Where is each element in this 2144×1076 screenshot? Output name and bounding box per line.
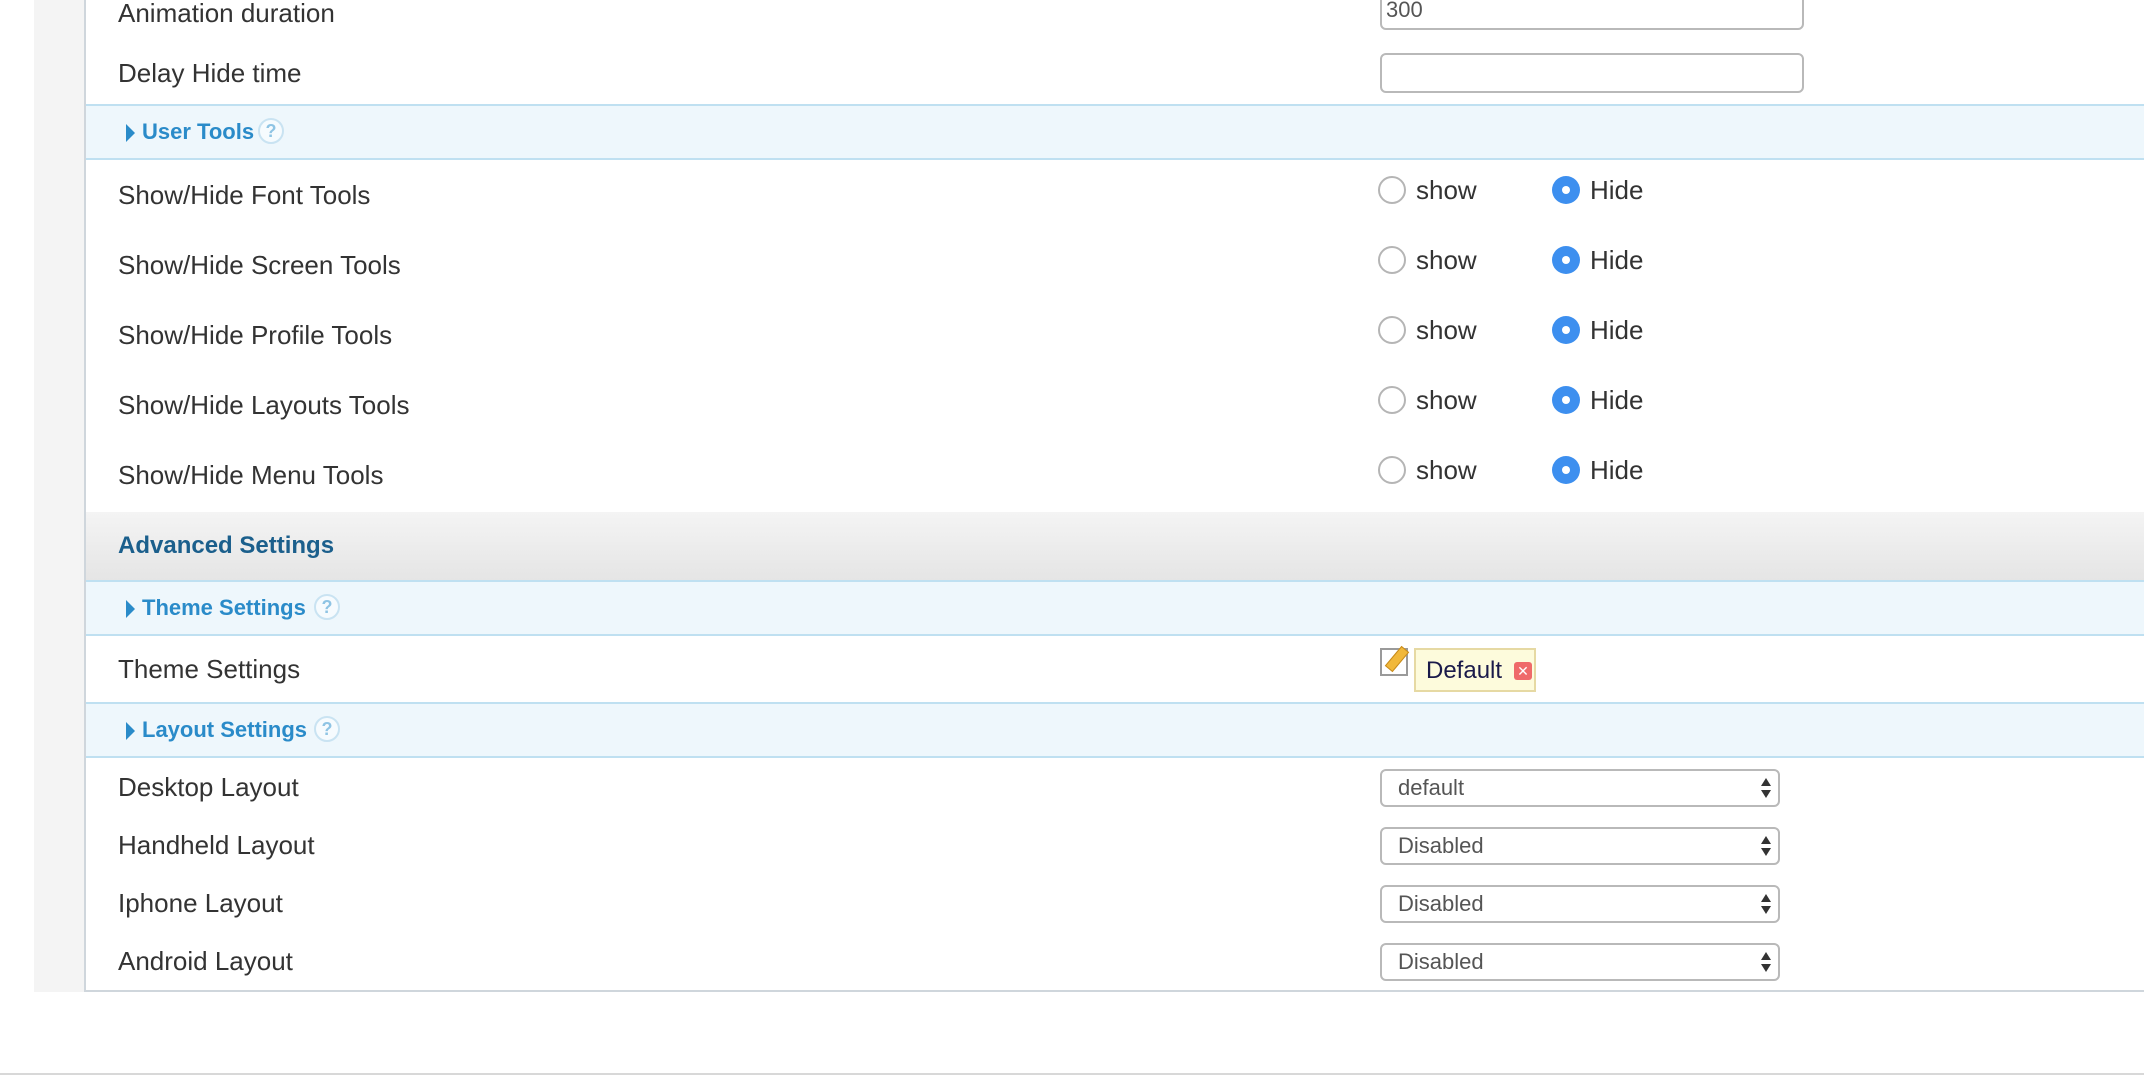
font-tools-hide-label[interactable]: Hide [1590,175,1643,206]
footer-divider [0,1073,2144,1075]
user-tools-header[interactable]: User Tools ? [86,104,2144,160]
layouts-tools-label: Show/Hide Layouts Tools [118,390,410,420]
profile-tools-show-radio[interactable] [1378,316,1406,344]
layout-settings-title: Layout Settings [142,717,308,742]
layouts-tools-radio-group: show Hide [1378,385,1698,420]
select-arrows-icon [1760,776,1772,802]
delay-hide-time-input[interactable] [1380,53,1804,93]
theme-tag[interactable]: Default ✕ [1414,648,1536,692]
font-tools-label: Show/Hide Font Tools [118,180,371,210]
select-arrows-icon [1760,892,1772,918]
layouts-tools-hide-label[interactable]: Hide [1590,385,1643,416]
theme-settings-title: Theme Settings [142,595,306,620]
caret-right-icon [126,124,135,142]
select-arrows-icon [1760,834,1772,860]
profile-tools-show-label[interactable]: show [1416,315,1477,346]
layout-settings-header[interactable]: Layout Settings ? [86,702,2144,758]
profile-tools-label: Show/Hide Profile Tools [118,320,393,350]
settings-panel: Animation duration Delay Hide time User … [84,0,2144,992]
screen-tools-label: Show/Hide Screen Tools [118,250,401,280]
profile-tools-hide-radio[interactable] [1552,316,1580,344]
help-icon[interactable]: ? [258,118,284,144]
menu-tools-show-label[interactable]: show [1416,455,1477,486]
animation-duration-input[interactable] [1380,0,1804,30]
caret-right-icon [126,600,135,618]
advanced-settings-bar: Advanced Settings [86,512,2144,580]
screen-tools-hide-radio[interactable] [1552,246,1580,274]
handheld-layout-select[interactable]: Disabled [1380,827,1780,865]
select-arrows-icon [1760,950,1772,976]
desktop-layout-value: default [1398,775,1465,800]
layouts-tools-show-label[interactable]: show [1416,385,1477,416]
menu-tools-hide-radio[interactable] [1552,456,1580,484]
help-icon[interactable]: ? [314,594,340,620]
delay-hide-time-label: Delay Hide time [118,58,302,88]
iphone-layout-select[interactable]: Disabled [1380,885,1780,923]
theme-settings-header[interactable]: Theme Settings ? [86,580,2144,636]
edit-icon[interactable] [1380,648,1408,676]
profile-tools-hide-label[interactable]: Hide [1590,315,1643,346]
desktop-layout-select[interactable]: default [1380,769,1780,807]
iphone-layout-label: Iphone Layout [118,888,283,918]
menu-tools-hide-label[interactable]: Hide [1590,455,1643,486]
screen-tools-show-label[interactable]: show [1416,245,1477,276]
profile-tools-radio-group: show Hide [1378,315,1698,350]
remove-icon[interactable]: ✕ [1514,662,1532,680]
android-layout-select[interactable]: Disabled [1380,943,1780,981]
handheld-layout-value: Disabled [1398,833,1484,858]
user-tools-title: User Tools [142,119,255,144]
layouts-tools-show-radio[interactable] [1378,386,1406,414]
iphone-layout-value: Disabled [1398,891,1484,916]
animation-duration-label: Animation duration [118,0,335,28]
desktop-layout-label: Desktop Layout [118,772,299,802]
theme-settings-label: Theme Settings [118,654,301,684]
menu-tools-label: Show/Hide Menu Tools [118,460,384,490]
menu-tools-radio-group: show Hide [1378,455,1698,490]
android-layout-value: Disabled [1398,949,1484,974]
screen-tools-hide-label[interactable]: Hide [1590,245,1643,276]
help-icon[interactable]: ? [314,716,340,742]
handheld-layout-label: Handheld Layout [118,830,315,860]
font-tools-radio-group: show Hide [1378,175,1698,210]
menu-tools-show-radio[interactable] [1378,456,1406,484]
theme-tag-label: Default [1426,657,1503,684]
screen-tools-radio-group: show Hide [1378,245,1698,280]
advanced-settings-title: Advanced Settings [118,532,335,559]
android-layout-label: Android Layout [118,946,293,976]
left-gutter [34,0,84,992]
layouts-tools-hide-radio[interactable] [1552,386,1580,414]
font-tools-hide-radio[interactable] [1552,176,1580,204]
font-tools-show-label[interactable]: show [1416,175,1477,206]
font-tools-show-radio[interactable] [1378,176,1406,204]
caret-right-icon [126,722,135,740]
screen-tools-show-radio[interactable] [1378,246,1406,274]
